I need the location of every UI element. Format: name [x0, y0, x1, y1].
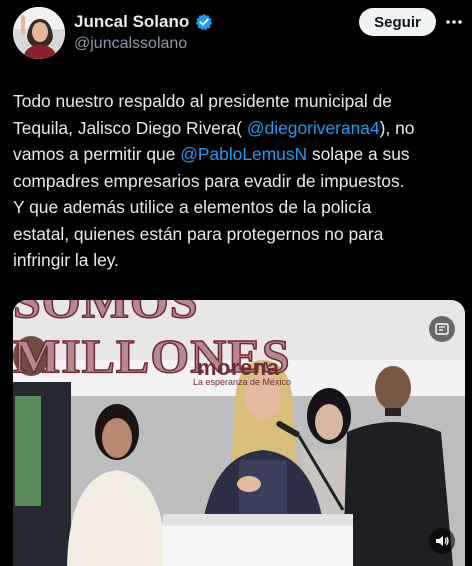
video-media[interactable]: SOMOS MILLONES morena La esperanza de Mé… [13, 300, 465, 566]
tweet-line: compadres empresarios para evadir de imp… [13, 170, 405, 191]
tweet-line: Y que además utilice a elementos de la p… [13, 197, 372, 217]
more-options-icon[interactable] [444, 12, 464, 32]
profile-avatar-image [13, 7, 65, 59]
tweet-text-segment: Tequila, Jalisco Diego Rivera( [13, 117, 247, 138]
tweet-line: Tequila, Jalisco Diego Rivera( @diegoriv… [13, 115, 463, 142]
user-handle[interactable]: @juncalssolano [74, 35, 187, 53]
tweet-line: Todo nuestro respaldo al presidente muni… [13, 91, 392, 111]
tweet-text-segment: solape a sus [307, 144, 410, 164]
tweet-card: Juncal Solano @juncalssolano Seguir Todo… [0, 0, 472, 566]
name-row: Juncal Solano [74, 12, 213, 32]
tweet-line: vamos a permitir que @PabloLemusN solape… [13, 141, 463, 168]
tweet-line: infringir la ley. [13, 250, 119, 270]
tweet-line: estatal, quienes están para protegernos … [13, 223, 384, 244]
tweet-text-segment: ), no [379, 117, 415, 138]
mention-link-diegoriverana4[interactable]: @diegoriverana4 [247, 118, 380, 138]
gif-icon[interactable] [429, 316, 455, 342]
speaker-icon[interactable] [429, 528, 455, 554]
mention-link-pablolemusn[interactable]: @PabloLemusN [180, 144, 307, 164]
banner-slogan: SOMOS MILLONES [13, 300, 291, 384]
tweet-text-segment: vamos a permitir que [13, 144, 181, 164]
follow-button[interactable]: Seguir [359, 8, 436, 36]
tweet-body: Todo nuestro respaldo al presidente muni… [13, 88, 463, 274]
verified-badge-icon [196, 13, 213, 31]
morena-tagline: La esperanza de México [193, 377, 292, 387]
display-name[interactable]: Juncal Solano [74, 12, 189, 32]
avatar[interactable] [13, 7, 65, 59]
